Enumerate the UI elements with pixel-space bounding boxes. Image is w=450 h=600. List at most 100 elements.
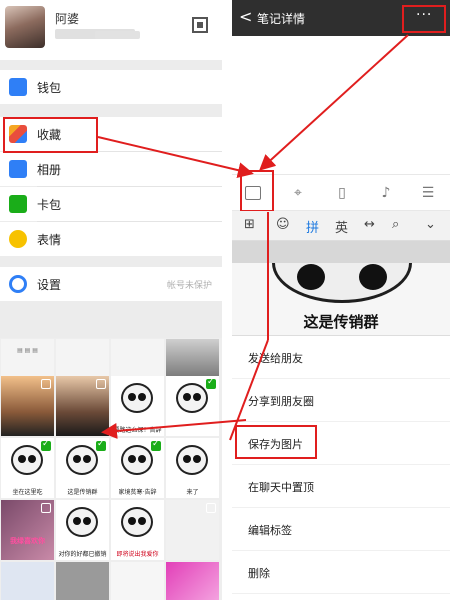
photo-tile[interactable]: [56, 562, 109, 600]
photo-tile[interactable]: 来了: [166, 438, 219, 498]
highlight-more-button: [402, 5, 446, 33]
select-checkbox-checked[interactable]: [206, 377, 216, 389]
photo-tile[interactable]: [1, 562, 54, 600]
menu-label-stickers: 表情: [37, 233, 62, 247]
meme-caption: 即将说出我爱你: [116, 551, 159, 558]
select-checkbox-checked[interactable]: [41, 439, 51, 451]
photo-picker-grid: ▤ ▤ ▤ 要路这么深！告辞 坐在这里吃 这是传销群 家境贫寒·告辞 来了 我绿…: [0, 338, 222, 600]
panda-meme-image: [272, 263, 412, 303]
highlight-save-as-image: [235, 425, 317, 459]
location-icon[interactable]: ⌖: [288, 183, 308, 203]
photo-tile[interactable]: [56, 376, 109, 436]
panda-meme: [121, 445, 153, 475]
menu-label-settings: 设置: [37, 278, 62, 292]
note-detail-panel: < 笔记详情 ··· ⌖ ▯ ♪ ☰ ⊞ ☺ 拼 英 ↔ ⌕ ⌄ 这是传销群 发…: [232, 0, 450, 600]
action-pin-in-chat[interactable]: 在聊天中置顶: [232, 466, 450, 508]
meme-caption: 坐在这里吃: [12, 489, 43, 496]
profile-name: 阿婆: [55, 12, 80, 26]
select-checkbox[interactable]: [96, 379, 106, 389]
photo-tile[interactable]: [166, 376, 219, 436]
photo-tile[interactable]: 对你的好都已撤销: [56, 500, 109, 560]
keyboard-toolbar: ⊞ ☺ 拼 英 ↔ ⌕ ⌄: [232, 211, 450, 241]
panda-meme: [176, 383, 208, 413]
pinyin-toggle[interactable]: 拼: [306, 217, 319, 236]
meme-caption: 来了: [186, 489, 199, 496]
action-send-to-friend[interactable]: 发送给朋友: [232, 337, 450, 379]
english-toggle[interactable]: 英: [335, 217, 348, 236]
action-label: 删除: [248, 567, 270, 580]
keyboard-search-icon[interactable]: ⌕: [392, 217, 399, 232]
album-icon: [9, 160, 27, 178]
keyboard-grid-icon[interactable]: ⊞: [244, 217, 255, 232]
wechat-me-panel: 阿婆 钱包 收藏 相册 卡包 表情 设置 帐号未保护 ▤ ▤ ▤ 要路这么深！告…: [0, 0, 222, 600]
select-checkbox[interactable]: [206, 441, 216, 451]
action-label: 在聊天中置顶: [248, 481, 314, 494]
meme-caption: 对你的好都已撤销: [58, 551, 107, 558]
menu-item-wallet[interactable]: 钱包: [0, 70, 222, 104]
meme-caption: 要路这么深！告辞: [113, 427, 162, 434]
panda-meme: [11, 445, 43, 475]
profile-id-blurred-2: [95, 31, 140, 39]
select-checkbox[interactable]: [96, 503, 106, 513]
action-label: 编辑标签: [248, 524, 292, 537]
action-label: 发送给朋友: [248, 352, 303, 365]
panda-meme: [66, 507, 98, 537]
action-delete[interactable]: 删除: [232, 552, 450, 594]
select-checkbox[interactable]: [206, 503, 216, 513]
photo-tile[interactable]: [1, 376, 54, 436]
action-share-moments[interactable]: 分享到朋友圈: [232, 380, 450, 422]
meme-caption: 这是传销群: [67, 489, 98, 496]
menu-item-settings[interactable]: 设置 帐号未保护: [0, 267, 222, 301]
emoji-icon: [9, 230, 27, 248]
menu-item-stickers[interactable]: 表情: [0, 222, 222, 256]
select-checkbox[interactable]: [41, 503, 51, 513]
cursor-icon[interactable]: ↔: [364, 217, 375, 232]
photo-tile[interactable]: 即将说出我爱你: [111, 500, 164, 560]
qrcode-icon[interactable]: [192, 17, 208, 33]
photo-tile[interactable]: [111, 562, 164, 600]
menu-item-cards[interactable]: 卡包: [0, 187, 222, 221]
back-arrow-icon[interactable]: <: [239, 7, 252, 26]
menu-label-cards: 卡包: [37, 198, 62, 212]
microphone-icon[interactable]: ♪: [376, 183, 396, 203]
meme-caption: 家境贫寒·告辞: [118, 489, 157, 496]
photo-tile[interactable]: 家境贫寒·告辞: [111, 438, 164, 498]
profile-header[interactable]: 阿婆: [0, 0, 222, 60]
account-unprotected-hint: 帐号未保护: [166, 281, 212, 291]
menu-item-album[interactable]: 相册: [0, 152, 222, 186]
list-icon[interactable]: ☰: [418, 183, 438, 203]
select-checkbox-checked[interactable]: [96, 439, 106, 451]
panda-meme: [121, 383, 153, 413]
photo-tile[interactable]: 要路这么深！告辞: [111, 376, 164, 436]
select-checkbox[interactable]: [151, 503, 161, 513]
page-title: 笔记详情: [257, 12, 306, 26]
highlight-favorites: [3, 117, 98, 153]
menu-label-wallet: 钱包: [37, 81, 62, 95]
card-icon: [9, 195, 27, 213]
highlight-insert-image: [240, 170, 274, 212]
file-icon[interactable]: ▯: [332, 183, 352, 203]
panda-meme: [176, 445, 208, 475]
keyboard-emoji-icon[interactable]: ☺: [276, 217, 290, 232]
avatar[interactable]: [5, 6, 45, 48]
wallet-icon: [9, 78, 27, 96]
keyboard-collapse-icon[interactable]: ⌄: [425, 217, 436, 232]
select-checkbox-checked[interactable]: [151, 439, 161, 451]
panda-meme: [66, 445, 98, 475]
photo-tile[interactable]: 这是传销群: [56, 438, 109, 498]
note-image-caption: 这是传销群: [303, 313, 379, 331]
photo-tile[interactable]: 我绿喜欢你: [1, 500, 54, 560]
menu-label-album: 相册: [37, 163, 62, 177]
meme-caption: 我绿喜欢你: [10, 537, 45, 545]
note-image-preview[interactable]: 这是传销群: [232, 263, 450, 336]
panda-meme: [121, 507, 153, 537]
select-checkbox[interactable]: [41, 379, 51, 389]
photo-tile[interactable]: 坐在这里吃: [1, 438, 54, 498]
settings-icon: [9, 275, 27, 293]
photo-tile[interactable]: [166, 562, 219, 600]
action-edit-tags[interactable]: 编辑标签: [232, 509, 450, 551]
select-checkbox[interactable]: [151, 379, 161, 389]
photo-tile[interactable]: [166, 500, 219, 560]
keyboard-keys[interactable]: [232, 241, 450, 263]
action-label: 分享到朋友圈: [248, 395, 314, 408]
